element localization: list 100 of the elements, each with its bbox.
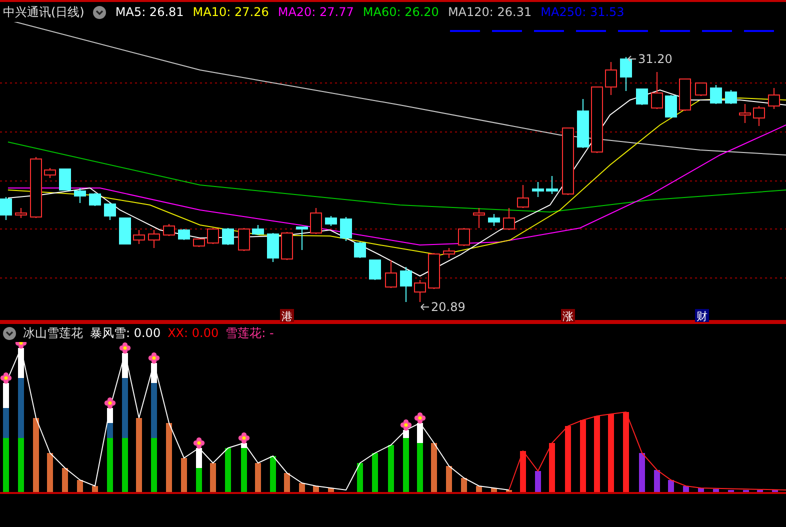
candlestick [620,56,632,92]
indicator-bar [372,453,378,492]
indicator-bar [698,488,704,492]
indicator-bar [757,490,763,492]
low-price-label: 20.89 [431,300,466,314]
candlestick [119,218,131,244]
candlestick [665,94,677,118]
indicator-bar [461,478,467,492]
indicator-bar [225,448,231,492]
candlestick [163,224,175,236]
candlestick [252,224,264,236]
candlestick [414,280,426,302]
candlestick [488,214,500,226]
indicator-bar [196,448,202,492]
candlestick [562,128,574,196]
indicator-bar [683,486,689,492]
indicator-bar [580,420,586,492]
candlestick [651,72,663,110]
candlestick [385,260,397,288]
candlestick [369,260,381,280]
candlestick [605,62,617,96]
flower-icon [119,342,131,354]
indicator-bar [270,456,276,492]
indicator-bar [506,490,512,492]
candlestick [148,230,160,248]
candlestick [267,232,279,262]
candlestick [340,216,352,242]
indicator-bar [417,423,423,492]
dropdown-icon[interactable] [3,326,16,340]
indicator-bar [446,466,452,492]
candlestick [428,252,440,290]
arrow-icon [628,56,636,62]
candlestick [473,208,485,228]
flower-icon [414,412,426,424]
candlestick [15,208,27,218]
arrow-icon [420,304,430,310]
candlestick [768,88,780,110]
candlestick [89,192,101,206]
candlestick [443,248,455,258]
indicator-bar [241,443,247,492]
moving-average-value: MA60: 26.20 [362,4,439,21]
indicator-bar [357,463,363,492]
flower-icon [104,397,116,409]
indicator-bar [431,443,437,492]
candlestick [679,78,691,112]
candlestick [636,88,648,106]
flower-icon [400,419,412,431]
indicator-bar [62,468,68,492]
flower-icon [193,437,205,449]
candlestick [577,98,589,148]
dropdown-icon[interactable] [93,6,106,18]
candlestick [207,228,219,244]
indicator-bar [549,443,555,492]
indicator-bar [654,470,660,492]
moving-average-value: MA5: 26.81 [115,4,184,21]
indicator-bar [181,458,187,492]
indicator-bar [772,490,778,492]
candlestick [458,228,470,246]
candlestick [400,266,412,302]
indicator-bar [388,445,394,492]
candlestick [133,230,145,244]
moving-average-value: MA250: 31.53 [540,4,624,21]
indicator-bar [491,488,497,492]
candlestick [695,82,707,96]
indicator-value: XX: 0.00 [168,325,219,342]
indicator-bar [476,486,482,492]
event-tag[interactable]: 涨 [561,309,575,322]
flower-icon [148,352,160,364]
indicator-value: 暴风雪: 0.00 [90,325,161,342]
indicator-bar [328,488,334,492]
candlestick [517,184,529,208]
indicator-bar [47,453,53,492]
indicator-bar [403,430,409,492]
stock-title: 中兴通讯(日线) [3,4,84,21]
indicator-value: 雪莲花: - [226,325,274,342]
indicator-bar [284,473,290,492]
moving-average-value: MA120: 26.31 [448,4,532,21]
candlestick [193,238,205,248]
indicator-bar [713,489,719,492]
high-price-label: 31.20 [638,52,672,66]
candlestick [222,228,234,246]
indicator-bar [728,490,734,492]
candlestick [532,182,544,198]
event-tag[interactable]: 港 [280,309,294,322]
candlestick [296,226,308,250]
indicator-bar [210,463,216,492]
candlestick [178,228,190,240]
indicator-bar [743,490,749,492]
indicator-bar [92,486,98,492]
indicator-bar [639,453,645,492]
indicator-bar [520,451,526,492]
candlestick [503,208,515,230]
event-tag[interactable]: 财 [695,309,709,322]
candlestick [325,216,337,226]
indicator-bar [166,423,172,492]
candlestick [238,228,250,252]
indicator-bar [535,471,541,492]
moving-average-value: MA20: 27.77 [278,4,354,21]
indicator-bar [77,480,83,492]
indicator-bar [565,426,571,492]
